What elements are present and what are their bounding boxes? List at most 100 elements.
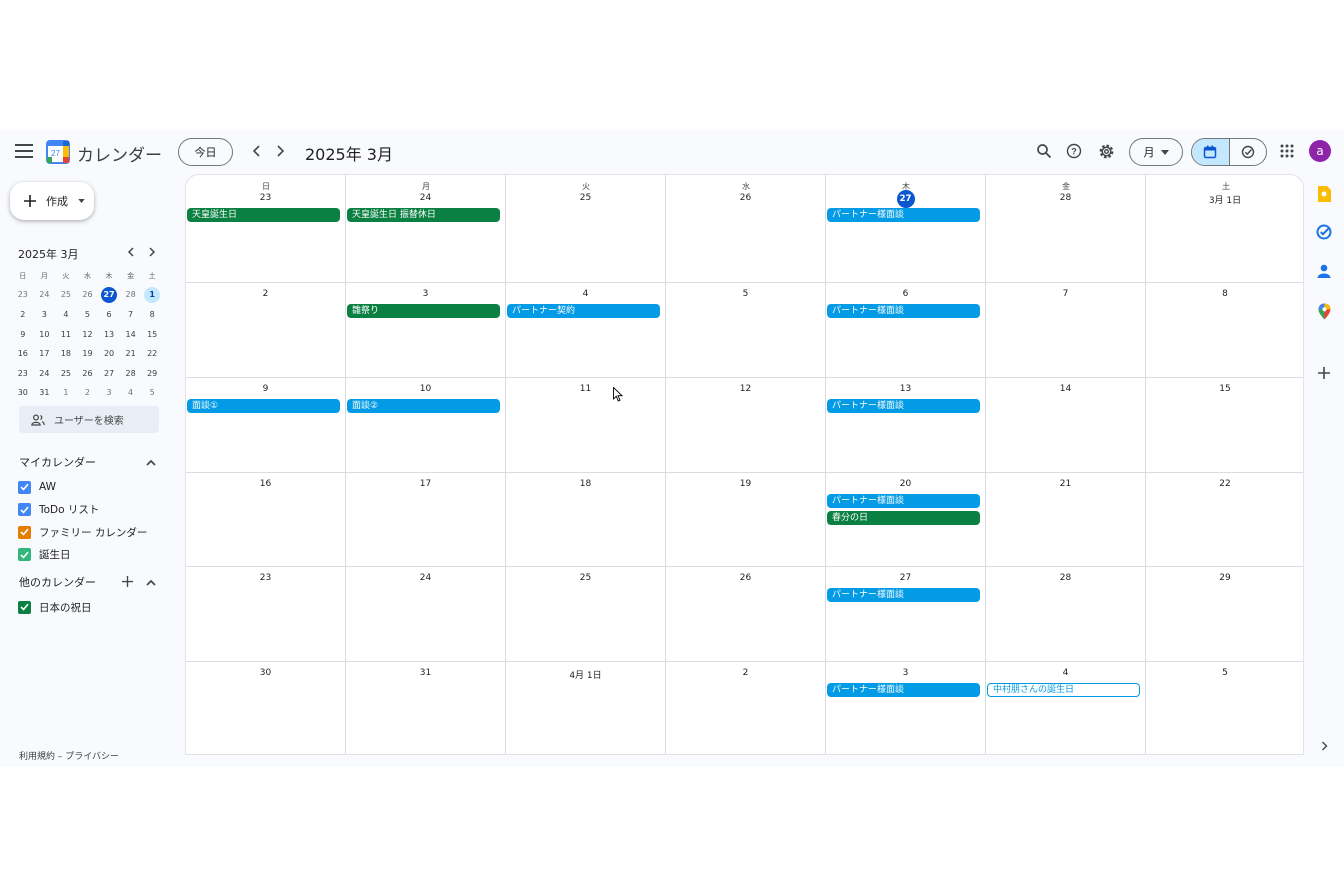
mini-calendar-day[interactable]: 1 bbox=[55, 385, 77, 401]
add-other-calendar-plus-icon[interactable] bbox=[120, 574, 134, 588]
day-number[interactable]: 19 bbox=[666, 479, 825, 489]
day-number[interactable]: 4 bbox=[986, 668, 1145, 678]
mini-calendar-day[interactable]: 3 bbox=[98, 385, 120, 401]
day-number[interactable]: 20 bbox=[826, 479, 985, 489]
mini-calendar-day[interactable]: 15 bbox=[141, 327, 163, 343]
terms-privacy-links[interactable]: 利用規約 – プライバシー bbox=[19, 749, 119, 762]
day-cell[interactable]: 22 bbox=[1146, 473, 1303, 567]
mini-calendar-day[interactable]: 4 bbox=[120, 385, 142, 401]
my-calendars-header[interactable]: マイカレンダー bbox=[19, 454, 96, 470]
day-number[interactable]: 24 bbox=[346, 193, 505, 203]
mini-calendar-day[interactable]: 27 bbox=[98, 366, 120, 382]
calendar-logo-icon[interactable]: 27 bbox=[46, 140, 70, 164]
day-number[interactable]: 31 bbox=[346, 668, 505, 678]
day-number[interactable]: 4 bbox=[506, 289, 665, 299]
day-cell[interactable]: 18 bbox=[506, 473, 666, 567]
event-chip[interactable]: パートナー様面談 bbox=[827, 399, 980, 413]
mini-calendar-day[interactable]: 13 bbox=[98, 327, 120, 343]
calendar-list-item[interactable]: ToDo リスト bbox=[18, 502, 99, 518]
day-number[interactable]: 8 bbox=[1146, 289, 1303, 299]
day-number[interactable]: 12 bbox=[666, 384, 825, 394]
day-cell[interactable]: 2 bbox=[666, 662, 826, 754]
event-chip[interactable]: 天皇誕生日 bbox=[187, 208, 340, 222]
event-chip[interactable]: パートナー様面談 bbox=[827, 304, 980, 318]
settings-gear-icon[interactable] bbox=[1095, 140, 1117, 162]
contacts-icon[interactable] bbox=[1315, 262, 1333, 280]
day-number[interactable]: 22 bbox=[1146, 479, 1303, 489]
day-number[interactable]: 23 bbox=[186, 573, 345, 583]
mini-calendar-day[interactable]: 5 bbox=[141, 385, 163, 401]
day-number[interactable]: 27 bbox=[826, 573, 985, 583]
event-chip[interactable]: パートナー様面談 bbox=[827, 208, 980, 222]
mini-calendar-day[interactable]: 26 bbox=[77, 366, 99, 382]
calendar-list-item[interactable]: ファミリー カレンダー bbox=[18, 524, 147, 540]
event-chip[interactable]: パートナー様面談 bbox=[827, 588, 980, 602]
event-chip[interactable]: パートナー様面談 bbox=[827, 494, 980, 508]
help-icon[interactable]: ? bbox=[1063, 140, 1085, 162]
day-number[interactable]: 5 bbox=[666, 289, 825, 299]
mini-calendar-day[interactable]: 26 bbox=[77, 287, 99, 303]
calendar-checkbox[interactable] bbox=[18, 548, 31, 561]
day-cell[interactable]: 30 bbox=[186, 662, 346, 754]
maps-icon[interactable] bbox=[1315, 302, 1333, 320]
event-chip[interactable]: 面談② bbox=[347, 399, 500, 413]
previous-period-button[interactable] bbox=[247, 140, 267, 162]
day-cell[interactable]: 5 bbox=[1146, 662, 1303, 754]
day-cell[interactable]: 9 面談① bbox=[186, 378, 346, 473]
day-number[interactable]: 27 bbox=[826, 190, 985, 208]
day-cell[interactable]: 28 bbox=[986, 567, 1146, 662]
mini-calendar-day[interactable]: 7 bbox=[120, 307, 142, 323]
day-cell[interactable]: 水 26 bbox=[666, 175, 826, 283]
mini-calendar-day[interactable]: 28 bbox=[120, 287, 142, 303]
day-cell[interactable]: 木 27 パートナー様面談 bbox=[826, 175, 986, 283]
today-button[interactable]: 今日 bbox=[178, 138, 233, 166]
mini-calendar-day[interactable]: 27 bbox=[98, 287, 120, 304]
day-cell[interactable]: 24 bbox=[346, 567, 506, 662]
get-add-ons-plus-icon[interactable] bbox=[1315, 364, 1333, 382]
event-chip[interactable]: パートナー契約 bbox=[507, 304, 660, 318]
day-cell[interactable]: 29 bbox=[1146, 567, 1303, 662]
mini-calendar-prev-button[interactable] bbox=[124, 245, 138, 259]
calendar-view-toggle[interactable] bbox=[1192, 139, 1229, 165]
create-button[interactable]: 作成 bbox=[10, 182, 94, 220]
day-number[interactable]: 3 bbox=[346, 289, 505, 299]
chevron-up-icon[interactable] bbox=[144, 455, 158, 469]
view-selector-button[interactable]: 月 bbox=[1129, 138, 1183, 166]
mini-calendar-day[interactable]: 20 bbox=[98, 346, 120, 362]
mini-calendar-day[interactable]: 23 bbox=[12, 287, 34, 303]
mini-calendar-day[interactable]: 3 bbox=[34, 307, 56, 323]
day-number[interactable]: 29 bbox=[1146, 573, 1303, 583]
day-number[interactable]: 11 bbox=[506, 384, 665, 394]
mini-calendar-day[interactable]: 5 bbox=[77, 307, 99, 323]
mini-calendar-day[interactable]: 16 bbox=[12, 346, 34, 362]
mini-calendar-day[interactable]: 24 bbox=[34, 287, 56, 303]
day-cell[interactable]: 23 bbox=[186, 567, 346, 662]
account-avatar[interactable]: a bbox=[1309, 140, 1331, 162]
event-chip[interactable]: パートナー様面談 bbox=[827, 683, 980, 697]
day-number[interactable]: 17 bbox=[346, 479, 505, 489]
day-cell[interactable]: 16 bbox=[186, 473, 346, 567]
mini-calendar-day[interactable]: 19 bbox=[77, 346, 99, 362]
day-cell[interactable]: 12 bbox=[666, 378, 826, 473]
day-cell[interactable]: 31 bbox=[346, 662, 506, 754]
day-cell[interactable]: 2 bbox=[186, 283, 346, 378]
day-cell[interactable]: 7 bbox=[986, 283, 1146, 378]
hide-side-panel-chevron-right-icon[interactable] bbox=[1315, 737, 1333, 755]
mini-calendar-day[interactable]: 25 bbox=[55, 287, 77, 303]
day-cell[interactable]: 3 パートナー様面談 bbox=[826, 662, 986, 754]
day-number[interactable]: 26 bbox=[666, 573, 825, 583]
calendar-checkbox[interactable] bbox=[18, 503, 31, 516]
day-number[interactable]: 2 bbox=[186, 289, 345, 299]
day-number[interactable]: 15 bbox=[1146, 384, 1303, 394]
day-number[interactable]: 16 bbox=[186, 479, 345, 489]
mini-calendar-day[interactable]: 1 bbox=[141, 287, 163, 304]
event-chip[interactable]: 中村朋さんの誕生日 bbox=[987, 683, 1140, 697]
day-cell[interactable]: 土 3月 1日 bbox=[1146, 175, 1303, 283]
mini-calendar-day[interactable]: 22 bbox=[141, 346, 163, 362]
search-icon[interactable] bbox=[1033, 140, 1055, 162]
mini-calendar-day[interactable]: 24 bbox=[34, 366, 56, 382]
day-cell[interactable]: 4 パートナー契約 bbox=[506, 283, 666, 378]
day-cell[interactable]: 5 bbox=[666, 283, 826, 378]
mini-calendar-day[interactable]: 14 bbox=[120, 327, 142, 343]
tasks-icon[interactable] bbox=[1315, 223, 1333, 241]
